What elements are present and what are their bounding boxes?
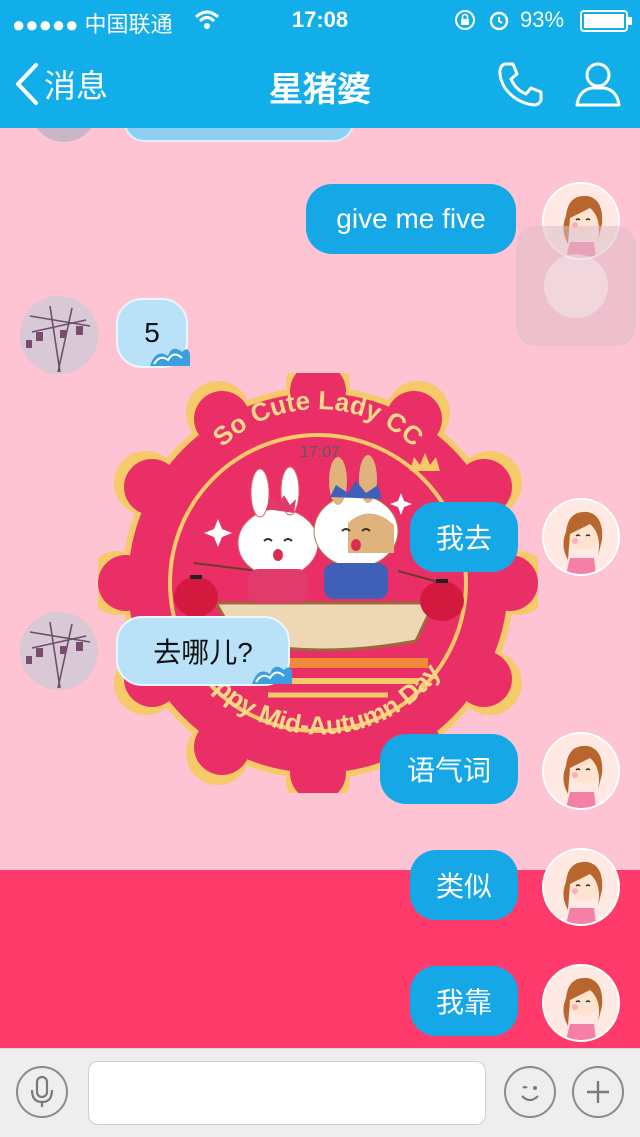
battery-percent: 93% [520, 7, 565, 32]
my-avatar[interactable] [542, 964, 620, 1042]
ferris-wheel-avatar-icon [20, 296, 98, 374]
girl-avatar-icon [563, 511, 603, 574]
girl-avatar-icon [563, 977, 603, 1040]
message-text: 去哪儿? [153, 637, 253, 668]
microphone-icon [30, 1075, 54, 1107]
my-avatar[interactable] [542, 848, 620, 926]
status-bar: ●●●●● 中国联通 17:08 93% [0, 0, 640, 40]
emoji-button[interactable] [504, 1066, 556, 1118]
alarm-icon [489, 11, 509, 31]
contact-avatar[interactable] [20, 612, 98, 690]
wave-decoration-icon [150, 348, 190, 366]
message-timestamp: 17:07 [299, 444, 341, 461]
profile-icon[interactable] [572, 58, 624, 110]
scrolled-bubble [124, 128, 354, 142]
rotation-lock-icon [455, 10, 475, 30]
navigation-bar: 消息 星猪婆 [0, 40, 640, 128]
message-bubble-outgoing[interactable]: give me five [306, 184, 516, 254]
mid-autumn-sticker: So Cute Lady CC Happy Mid-Autumn Day [98, 373, 538, 793]
message-bubble-outgoing[interactable]: 类似 [410, 850, 518, 920]
plus-icon [587, 1081, 609, 1103]
phone-icon[interactable] [494, 58, 546, 110]
message-input-bar [0, 1048, 640, 1137]
assistive-touch-button[interactable] [516, 226, 636, 346]
message-bubble-incoming[interactable]: 去哪儿? [116, 616, 292, 686]
message-bubble-incoming[interactable]: 5 [116, 298, 190, 368]
ferris-wheel-avatar-icon [20, 612, 98, 690]
contact-avatar[interactable] [20, 296, 98, 374]
voice-button[interactable] [16, 1066, 68, 1118]
girl-avatar-icon [563, 861, 603, 924]
my-avatar[interactable] [542, 732, 620, 810]
message-bubble-outgoing[interactable]: 我去 [410, 502, 518, 572]
more-button[interactable] [572, 1066, 624, 1118]
scrolled-avatar [30, 128, 98, 142]
message-input[interactable] [88, 1061, 486, 1125]
message-bubble-outgoing[interactable]: 我靠 [410, 966, 518, 1036]
battery-icon [580, 10, 632, 32]
chat-area[interactable]: So Cute Lady CC Happy Mid-Autumn Day [0, 128, 640, 1048]
girl-avatar-icon [563, 745, 603, 808]
emoji-icon [521, 1085, 539, 1102]
my-avatar[interactable] [542, 498, 620, 576]
wave-decoration-icon [252, 666, 292, 684]
message-bubble-outgoing[interactable]: 语气词 [380, 734, 518, 804]
